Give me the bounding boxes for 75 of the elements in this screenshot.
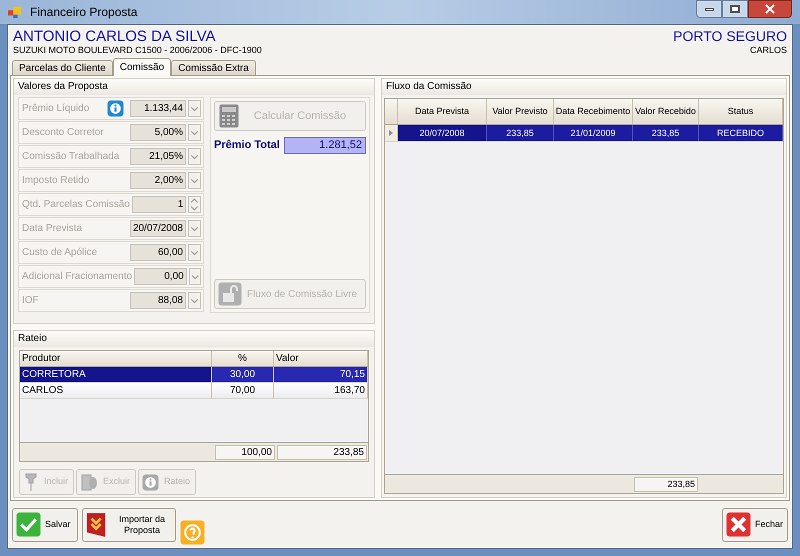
table-cell: 70,15 xyxy=(274,367,368,382)
padlock-icon xyxy=(218,282,242,306)
value-field[interactable]: 88,08 xyxy=(130,292,186,309)
value-field[interactable]: 5,00% xyxy=(130,124,186,141)
table-cell: 233,85 xyxy=(633,125,699,141)
column-header[interactable]: % xyxy=(212,351,274,366)
total-cell: 233,85 xyxy=(634,476,698,492)
user-name: CARLOS xyxy=(750,45,787,56)
tab[interactable]: Comissão xyxy=(112,58,172,76)
calculator-icon xyxy=(219,104,239,128)
grid-row[interactable]: 20/07/2008 233,85 21/01/2009 233,85 RECEBIDO xyxy=(385,125,783,142)
checkmark-icon xyxy=(16,512,41,537)
field-label: Data Prevista xyxy=(22,222,84,236)
table-cell: 30,00 xyxy=(212,367,274,382)
field-label: IOF xyxy=(22,294,40,308)
field-label: Comissão Trabalhada xyxy=(22,150,120,164)
help-button[interactable] xyxy=(180,520,205,545)
total-field: 1.281,52 xyxy=(284,137,366,154)
minimize-button[interactable] xyxy=(696,0,722,18)
field-label: Imposto Retido xyxy=(22,174,90,188)
field-label: Custo de Apólice xyxy=(22,246,98,260)
grid-row[interactable]: CORRETORA 30,00 70,15 xyxy=(20,367,368,383)
table-cell: 233,85 xyxy=(487,125,554,141)
field-label: Qtd. Parcelas Comissão xyxy=(22,198,130,212)
table-cell: CARLOS xyxy=(20,383,212,398)
pin-icon xyxy=(23,472,39,492)
field-label: Prêmio Líquido xyxy=(22,102,90,116)
panel-title: Valores da Proposta xyxy=(14,79,374,95)
tab[interactable]: Parcelas do Cliente xyxy=(12,60,113,75)
column-header[interactable]: Valor xyxy=(274,351,368,366)
tab[interactable]: Comissão Extra xyxy=(171,60,256,75)
panel-title: Fluxo da Comissão xyxy=(382,79,786,95)
column-header[interactable]: Valor Recebido xyxy=(633,99,699,124)
grid-row[interactable]: CARLOS 70,00 163,70 xyxy=(20,383,368,399)
info-icon xyxy=(142,474,160,490)
bin-icon xyxy=(80,472,98,492)
spin-arrows-icon[interactable] xyxy=(188,196,201,213)
value-field[interactable]: 2,00% xyxy=(130,172,186,189)
value-field[interactable]: 0,00 xyxy=(134,268,187,285)
value-field[interactable]: 20/07/2008 xyxy=(130,220,186,237)
column-header[interactable]: Data Prevista xyxy=(398,99,487,124)
table-cell: RECEBIDO xyxy=(699,125,783,141)
value-field[interactable]: 1.133,44 xyxy=(130,100,186,117)
total-label: Prêmio Total xyxy=(214,138,280,154)
down-arrows-icon xyxy=(86,512,108,538)
field-label: Desconto Corretor xyxy=(22,126,105,140)
close-form-button[interactable]: Fechar xyxy=(722,508,788,542)
table-cell: 163,70 xyxy=(274,383,368,398)
value-field[interactable]: 21,05% xyxy=(130,148,186,165)
close-icon xyxy=(765,4,775,14)
value-field[interactable]: 1 xyxy=(132,196,186,213)
save-button[interactable]: Salvar xyxy=(12,508,78,542)
insurer-name: PORTO SEGURO xyxy=(673,28,787,45)
client-name: ANTONIO CARLOS DA SILVA xyxy=(13,28,217,45)
column-header[interactable]: Data Recebimento xyxy=(554,99,633,124)
total-cell: 100,00 xyxy=(215,444,275,460)
column-header[interactable]: Status xyxy=(699,99,783,124)
field-label: Adicional Fracionamento xyxy=(22,270,132,284)
column-header[interactable]: Produtor xyxy=(20,351,212,366)
info-icon xyxy=(107,100,124,117)
column-header[interactable]: Valor Previsto xyxy=(487,99,554,124)
maximize-button[interactable] xyxy=(722,0,748,18)
help-icon xyxy=(180,520,205,545)
window-title: Financeiro Proposta xyxy=(30,4,138,21)
row-pointer-icon xyxy=(389,130,393,136)
close-icon xyxy=(726,512,751,537)
panel-title: Rateio xyxy=(14,331,374,347)
app-icon xyxy=(8,5,22,19)
vehicle-description: SUZUKI MOTO BOULEVARD C1500 - 2006/2006 - DFC-1900 xyxy=(13,45,262,56)
close-button[interactable] xyxy=(748,0,792,18)
table-cell: 70,00 xyxy=(212,383,274,398)
import-button[interactable]: Importar da Proposta xyxy=(82,508,176,542)
table-cell: 21/01/2009 xyxy=(554,125,633,141)
value-field[interactable]: 60,00 xyxy=(130,244,186,261)
total-cell: 233,85 xyxy=(277,444,367,460)
